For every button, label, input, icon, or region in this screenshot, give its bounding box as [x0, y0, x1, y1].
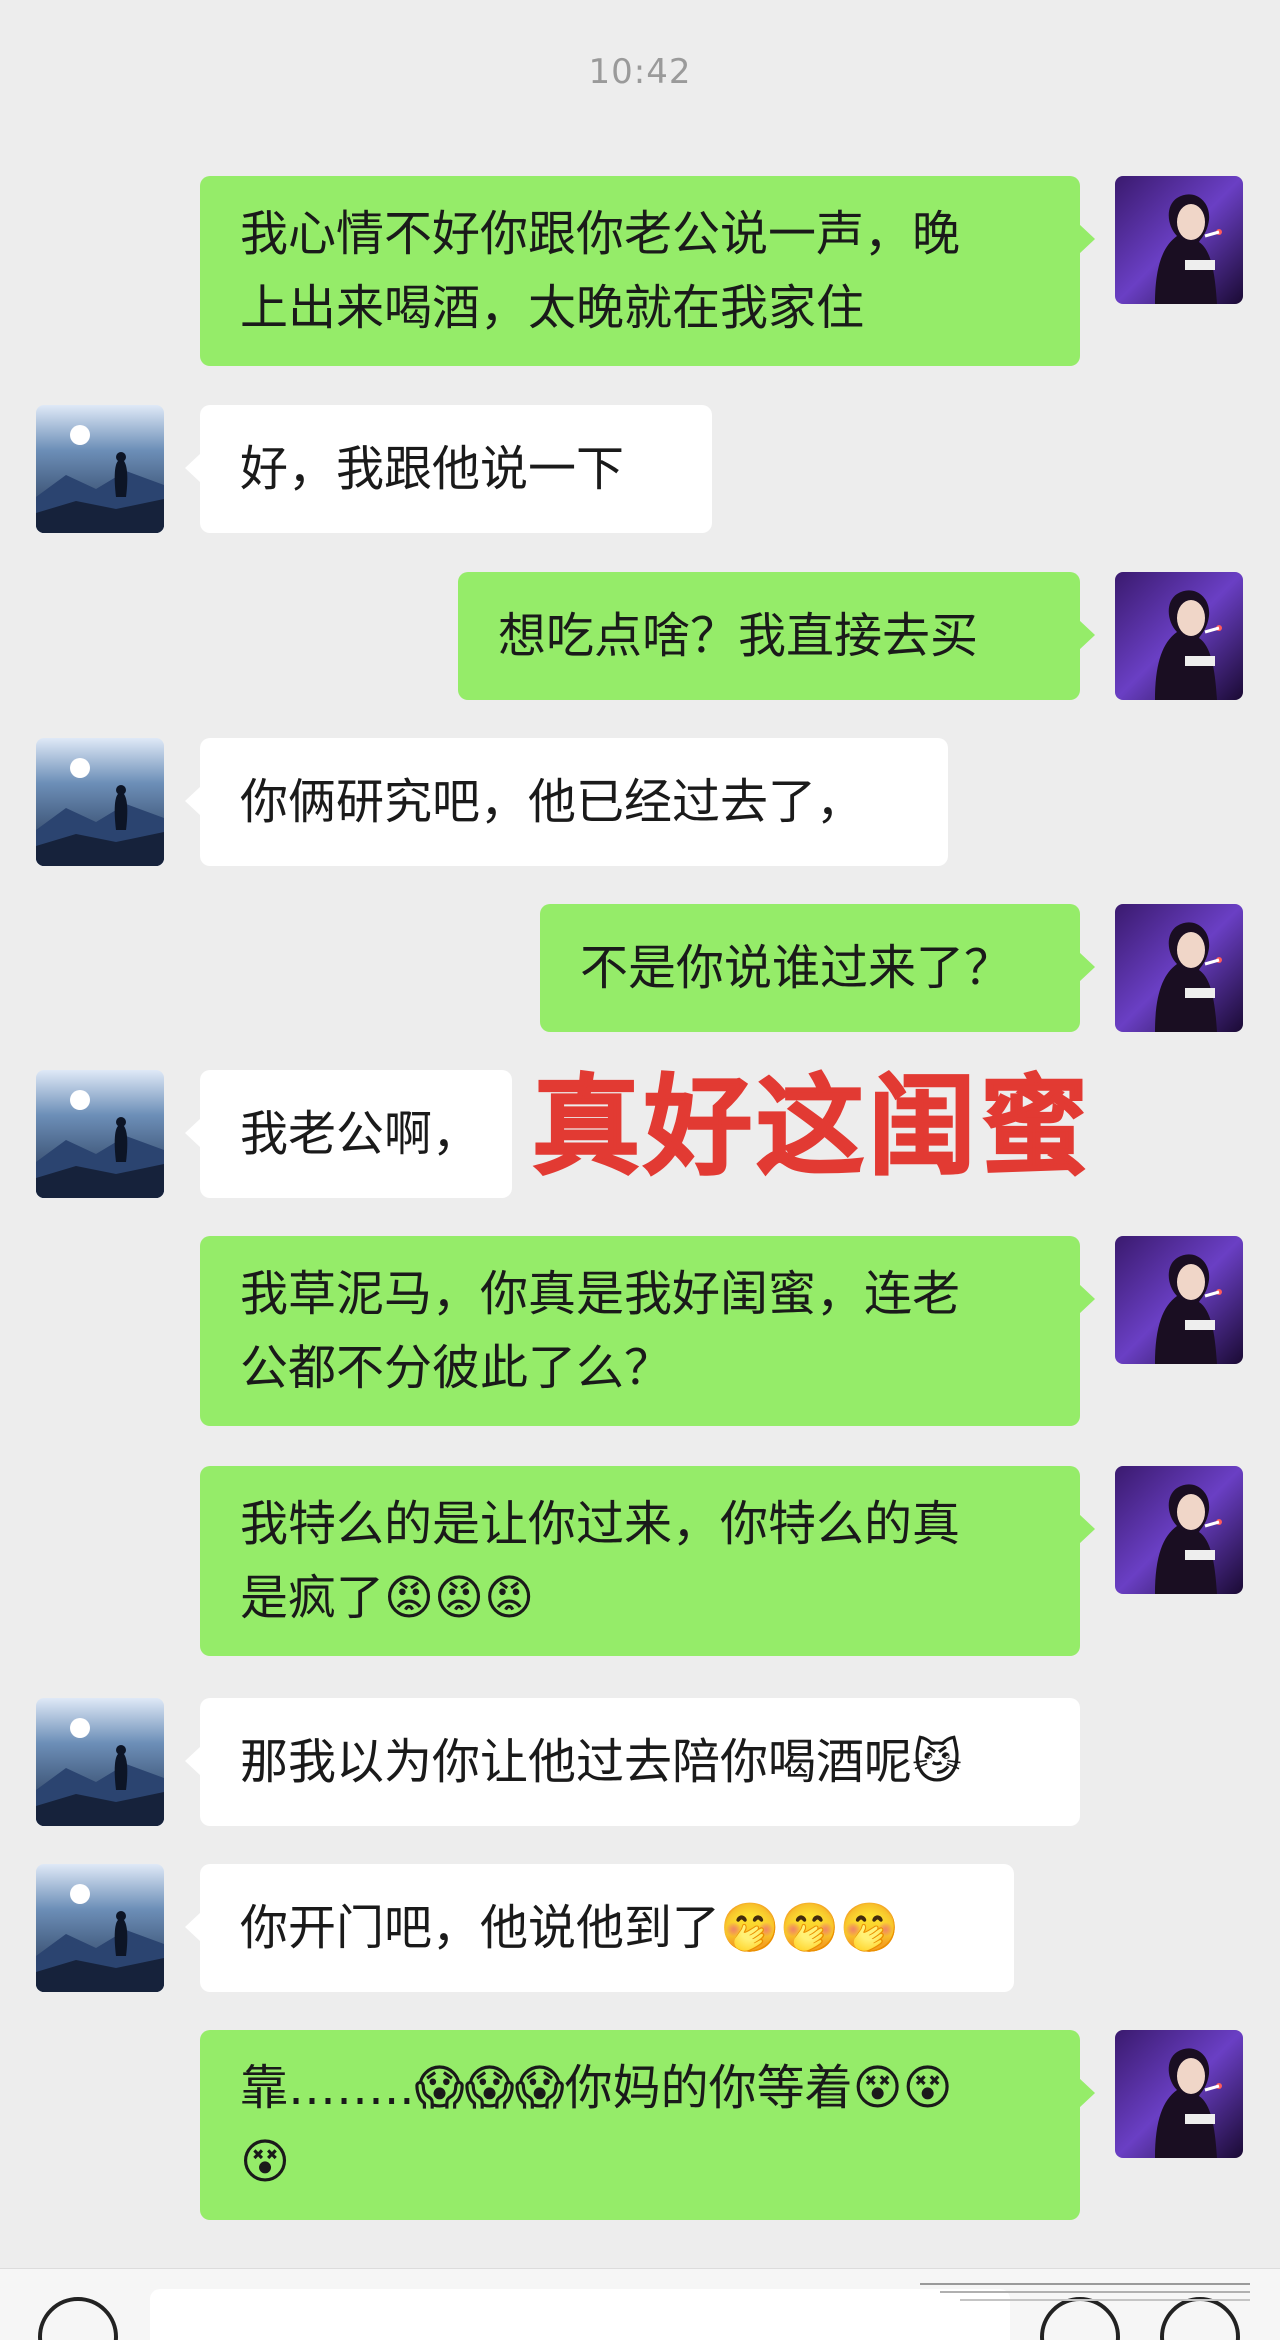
message-text-line: 是疯了😡😡😡: [240, 1570, 535, 1626]
my-avatar[interactable]: [1115, 572, 1243, 700]
message-input[interactable]: [150, 2289, 1010, 2340]
message-bubble-sent[interactable]: 想吃点啥？我直接去买: [458, 572, 1095, 700]
message-bubble-sent[interactable]: 不是你说谁过来了？: [540, 904, 1095, 1032]
message-bubble-received[interactable]: 那我以为你让他过去陪你喝酒呢😼: [185, 1698, 1080, 1826]
message-text-line: 你开门吧，他说他到了🤭🤭🤭: [240, 1900, 900, 1956]
friend-avatar[interactable]: [36, 405, 164, 533]
my-avatar[interactable]: [1115, 904, 1243, 1032]
message-text-line: 我草泥马，你真是我好闺蜜，连老: [240, 1266, 961, 1322]
message-text-line: 想吃点啥？我直接去买: [498, 608, 979, 664]
voice-icon[interactable]: [38, 2297, 118, 2340]
overlay-caption: 真好这闺蜜: [531, 1065, 1093, 1190]
message-text-line: 你俩研究吧，他已经过去了，: [240, 774, 865, 830]
message-bubble-received[interactable]: 你俩研究吧，他已经过去了，: [185, 738, 948, 866]
message-text-line: 公都不分彼此了么？: [240, 1340, 673, 1396]
my-avatar[interactable]: [1115, 1236, 1243, 1364]
message-text-line: 我老公啊，: [240, 1106, 481, 1162]
friend-avatar[interactable]: [36, 1070, 164, 1198]
message-text-line: 不是你说谁过来了？: [580, 940, 1013, 996]
message-bubble-sent[interactable]: 我草泥马，你真是我好闺蜜，连老 公都不分彼此了么？: [200, 1236, 1095, 1426]
message-bubble-received[interactable]: 我老公啊，: [185, 1070, 512, 1198]
my-avatar[interactable]: [1115, 1466, 1243, 1594]
message-text-line: 我特么的是让你过来，你特么的真: [240, 1496, 961, 1552]
my-avatar[interactable]: [1115, 176, 1243, 304]
watermark-lines-icon: [920, 2283, 1250, 2301]
friend-avatar[interactable]: [36, 1698, 164, 1826]
message-bubble-sent[interactable]: 我特么的是让你过来，你特么的真 是疯了😡😡😡: [200, 1466, 1095, 1656]
message-bubble-received[interactable]: 你开门吧，他说他到了🤭🤭🤭: [185, 1864, 1014, 1992]
message-bubble-sent[interactable]: 靠……..😱😱😱你妈的你等着😵😵 😵: [200, 2030, 1095, 2220]
my-avatar[interactable]: [1115, 2030, 1243, 2158]
message-text-line: 😵: [240, 2134, 291, 2190]
chat-timestamp: 10:42: [588, 52, 692, 92]
message-text-line: 靠……..😱😱😱你妈的你等着😵😵: [240, 2060, 953, 2116]
message-text-line: 我心情不好你跟你老公说一声，晚: [240, 206, 961, 262]
friend-avatar[interactable]: [36, 1864, 164, 1992]
message-bubble-sent[interactable]: 我心情不好你跟你老公说一声，晚 上出来喝酒，太晚就在我家住: [200, 176, 1095, 366]
friend-avatar[interactable]: [36, 738, 164, 866]
message-bubble-received[interactable]: 好，我跟他说一下: [185, 405, 712, 533]
message-text-line: 好，我跟他说一下: [240, 441, 625, 497]
message-text-line: 上出来喝酒，太晚就在我家住: [240, 280, 865, 336]
message-text-line: 那我以为你让他过去陪你喝酒呢😼: [240, 1734, 963, 1790]
